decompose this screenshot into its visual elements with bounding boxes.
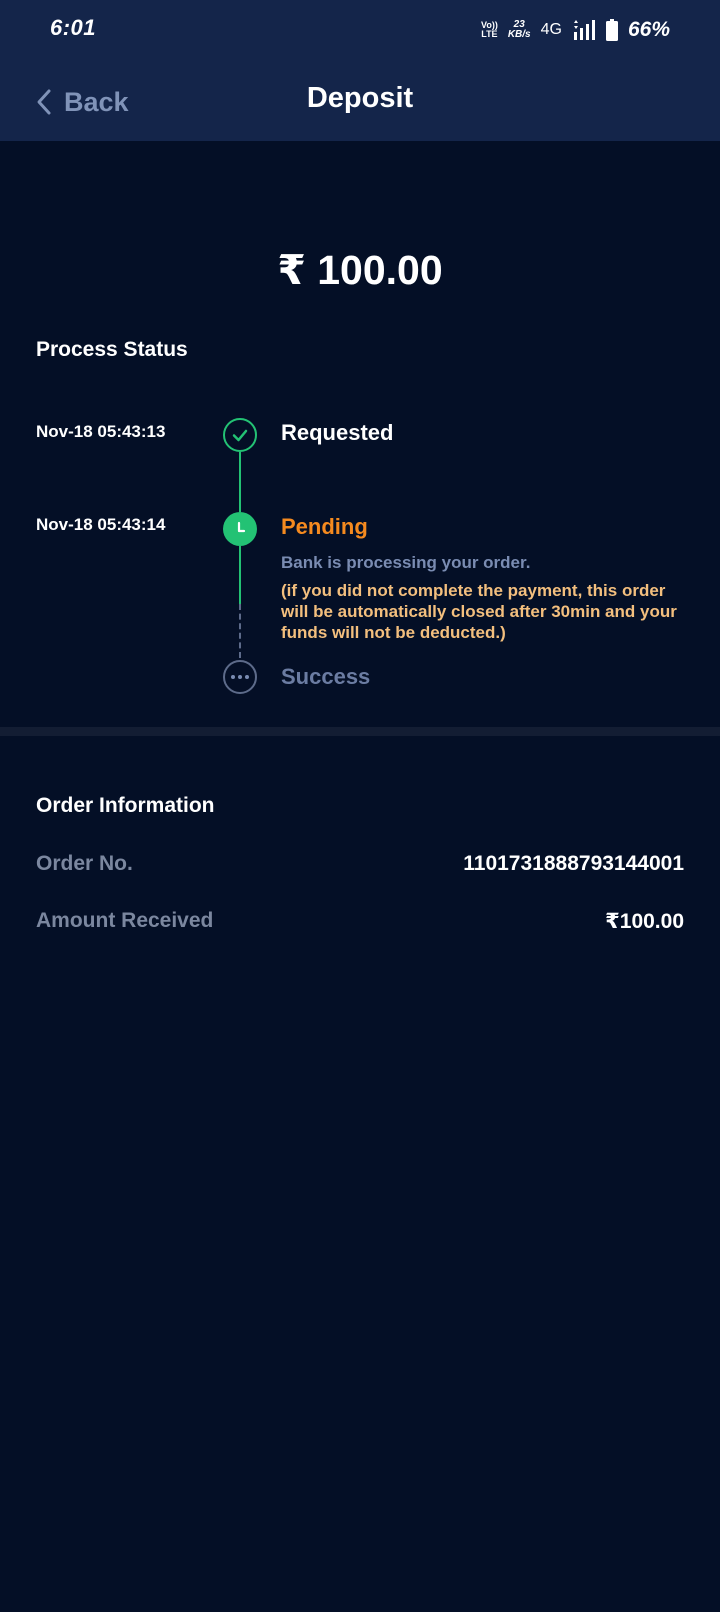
step-requested-label: Requested [281,420,394,445]
clock-icon [223,512,257,546]
timeline-connector-pending [239,546,241,604]
network-type: 4G [540,21,562,38]
header: 6:01 Vo)) LTE 23 KB/s 4G 66% Back Deposi… [0,0,720,141]
status-time: 6:01 [50,15,97,40]
section-divider [0,727,720,736]
status-icons: Vo)) LTE 23 KB/s 4G 66% [481,14,670,46]
step-pending-time: Nov-18 05:43:14 [36,515,166,534]
amount-received-value: ₹100.00 [605,910,684,933]
battery-icon [605,19,618,41]
step-success-label: Success [281,664,371,689]
deposit-page: 6:01 Vo)) LTE 23 KB/s 4G 66% Back Deposi… [0,0,720,1612]
deposit-amount: ₹ 100.00 [277,247,443,293]
timeline-connector-done [239,452,241,512]
timeline-connector-future [239,604,241,658]
amount-received-label: Amount Received [36,909,214,932]
battery-percentage: 66% [627,18,670,41]
more-dots-icon [223,660,257,694]
volte-icon: Vo)) LTE [481,20,498,39]
signal-icon [573,20,595,40]
network-speed: 23 KB/s [507,19,531,40]
check-icon [223,418,257,452]
step-pending-label: Pending [281,514,368,539]
page-title: Deposit [306,82,414,114]
step-requested-time: Nov-18 05:43:13 [36,422,166,441]
order-number-label: Order No. [36,852,133,875]
pending-description: Bank is processing your order. [281,553,531,572]
order-number-value: 1101731888793144001 [463,852,684,875]
order-info-title: Order Information [36,794,215,817]
pending-warning: (if you did not complete the payment, th… [281,581,677,642]
process-status-title: Process Status [36,338,188,361]
